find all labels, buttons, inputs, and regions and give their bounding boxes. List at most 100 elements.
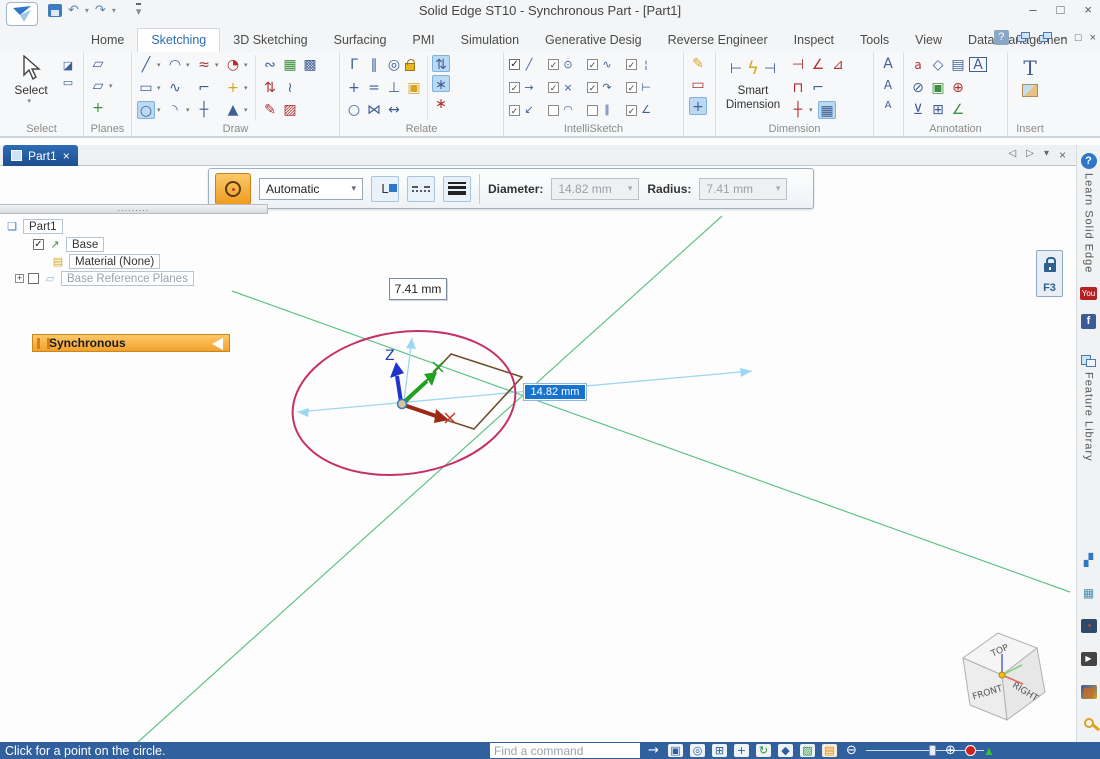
intellisketch-horizontal-option[interactable]: ✓⊢ [626, 81, 663, 95]
doc-restore-button[interactable]: □ [1075, 32, 1082, 44]
text-style-icon[interactable]: A [879, 55, 897, 73]
base-checkbox[interactable]: ✓ [33, 239, 44, 250]
feature-library-icon[interactable] [1081, 355, 1097, 368]
parts-library-icon[interactable]: ▞ [1081, 553, 1097, 567]
zoom-area-icon[interactable]: ▣ [668, 744, 683, 757]
tree-item-material[interactable]: ▤ Material (None) [51, 254, 160, 269]
maximize-button[interactable]: □ [1057, 2, 1065, 17]
symmetric-relation-icon[interactable]: ⋈ [365, 101, 383, 119]
symmetric-diameter-icon[interactable]: ⊓ [789, 79, 807, 97]
collapse-arrow-icon[interactable] [212, 338, 223, 350]
equal-relation-icon[interactable]: = [365, 79, 383, 97]
freesketch-tool-icon[interactable]: ∿ [166, 79, 184, 97]
fit-view-icon[interactable]: ⊞ [712, 744, 727, 757]
help-icon[interactable]: ? [994, 30, 1009, 45]
close-button[interactable]: × [1084, 2, 1092, 17]
video-tutorial-icon[interactable]: ▶ [1081, 652, 1097, 666]
pattern-icon[interactable]: ▦ [281, 56, 299, 74]
diameter-field[interactable]: 14.82 mm ▾ [551, 178, 639, 200]
find-command-input[interactable] [490, 743, 640, 758]
tab-sketching[interactable]: Sketching [137, 28, 220, 52]
perpendicular-relation-icon[interactable]: ⊥ [385, 79, 403, 97]
split-tool-icon[interactable]: ≀ [281, 79, 299, 97]
dimension-style-icon[interactable]: ▦ [818, 101, 836, 119]
intellisketch-point-on-option[interactable]: ✓↙ [509, 103, 546, 117]
insert-text-icon[interactable]: T [1021, 55, 1039, 81]
tab-inspect[interactable]: Inspect [781, 29, 847, 52]
ref-planes-checkbox[interactable] [28, 273, 39, 284]
z-axis-arrow[interactable] [397, 376, 401, 402]
weld-symbol-icon[interactable]: ⊻ [909, 101, 927, 119]
tree-item-base-reference-planes[interactable]: + ▱ Base Reference Planes [15, 271, 194, 286]
plane-lock-indicator[interactable]: F3 [1036, 250, 1063, 297]
curve-tool-icon[interactable]: ≈ [195, 56, 213, 74]
tab-simulation[interactable]: Simulation [448, 29, 532, 52]
diameter-input-box[interactable]: 14.82 mm [523, 383, 587, 401]
tile-windows-icon[interactable] [1039, 32, 1053, 43]
project-curve-icon[interactable]: ∾ [261, 56, 279, 74]
document-tab-part1[interactable]: Part1 × [3, 145, 78, 166]
line-color-button[interactable]: L [371, 176, 399, 202]
key-license-icon[interactable] [1084, 718, 1094, 728]
tab-3d-sketching[interactable]: 3D Sketching [220, 29, 320, 52]
tab-home[interactable]: Home [78, 29, 137, 52]
line-tool-icon[interactable]: ╱ [137, 56, 155, 74]
surface-finish-icon[interactable]: ⊘ [909, 79, 927, 97]
axis-tool-icon[interactable]: ┼ [195, 101, 213, 119]
relationship-handles-icon[interactable]: ∗ [432, 75, 450, 92]
line-width-button[interactable] [443, 176, 471, 202]
chamfer-dimension-icon[interactable]: ⌐ [809, 79, 827, 97]
line-style-button[interactable] [407, 176, 435, 202]
window-layout-icon[interactable]: ▤ [822, 744, 837, 757]
leader-icon[interactable]: a [909, 56, 927, 74]
upload-icon[interactable]: ▲ [983, 744, 995, 758]
intellisketch-endpoint-option[interactable]: ✓╱ [509, 58, 546, 72]
angle-between-icon[interactable]: ∠ [809, 56, 827, 74]
maintain-relationships-icon[interactable]: ⇅ [432, 55, 450, 72]
tab-surfacing[interactable]: Surfacing [321, 29, 400, 52]
intellisketch-curve-option[interactable]: ✓∿ [587, 58, 624, 72]
intellisketch-tangent-option[interactable]: ✓↷ [587, 81, 624, 95]
fillet-tool-icon[interactable]: ◝ [166, 101, 184, 119]
datum-target-icon[interactable]: ⊕ [949, 79, 967, 97]
zoom-in-icon[interactable]: ⊕ [943, 744, 958, 757]
color-manager-icon[interactable]: ▩ [1081, 685, 1097, 699]
zoom-icon[interactable]: ◎ [690, 744, 705, 757]
midpoint-relation-icon[interactable]: + [345, 79, 363, 97]
common-views-icon[interactable]: ◆ [778, 744, 793, 757]
delete-sketch-icon[interactable]: ▭ [689, 76, 707, 94]
select-fence-icon[interactable]: ▩ [301, 56, 319, 74]
rectangle-tool-icon[interactable]: ▭ [137, 79, 155, 97]
learn-help-icon[interactable]: ? [1081, 153, 1097, 169]
coordinate-system-icon[interactable]: + [89, 99, 107, 117]
view-styles-icon[interactable]: ▨ [800, 744, 815, 757]
minimize-button[interactable]: – [1029, 2, 1036, 17]
zoom-slider-thumb[interactable] [929, 745, 936, 756]
polygon-tool-icon[interactable]: ▲ [224, 101, 242, 119]
concentric-relation-icon[interactable]: ◎ [385, 56, 403, 74]
intellisketch-arc-option[interactable]: ◠ [548, 103, 585, 117]
tangent-relation-icon[interactable]: ○ [345, 101, 363, 119]
sensors-gauge-icon[interactable]: ◔ [1081, 619, 1097, 633]
balloon-icon[interactable]: ◇ [929, 56, 947, 74]
lock-relation-icon[interactable] [405, 63, 415, 71]
edge-condition-icon[interactable]: ∠ [949, 101, 967, 119]
model-canvas[interactable]: Z TOP FRONT RIGHT [0, 166, 1100, 742]
horizontal-vertical-relation-icon[interactable]: ↔ [385, 101, 403, 119]
base-plane-outline[interactable] [403, 354, 522, 429]
copy-dimension-icon[interactable]: ⊿ [829, 56, 847, 74]
circle-command-button[interactable] [215, 173, 251, 205]
intellisketch-parallel-option[interactable]: ∥ [587, 103, 624, 117]
tab-view[interactable]: View [902, 29, 955, 52]
expand-icon[interactable]: + [15, 274, 24, 283]
feature-control-frame-icon[interactable]: ⊞ [929, 101, 947, 119]
tree-item-base[interactable]: ✓ ↗ Base [33, 237, 104, 252]
sketch-color-icon[interactable]: ✎ [689, 55, 707, 73]
text-box-icon[interactable]: A [969, 57, 987, 72]
snap-points-icon[interactable]: + [689, 97, 707, 115]
circle-tool-icon[interactable]: ○ [137, 101, 155, 119]
select-filter-icon[interactable]: ◪ [61, 59, 75, 73]
select-button[interactable]: Select ▾ [5, 55, 57, 120]
select-dropdown-icon[interactable]: ▾ [28, 97, 35, 105]
learn-solid-edge-tab[interactable]: Learn Solid Edge [1083, 173, 1095, 273]
